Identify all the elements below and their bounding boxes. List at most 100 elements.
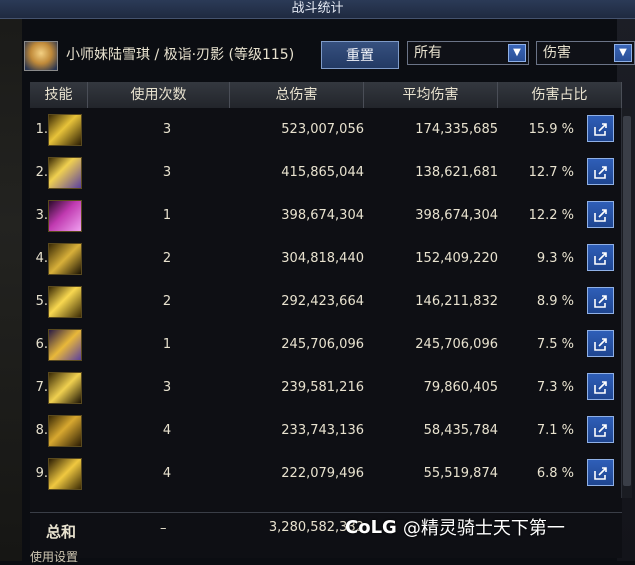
- average-damage-cell: 79,860,405: [423, 380, 498, 395]
- share-icon: [593, 122, 607, 136]
- column-header-skill[interactable]: 技能: [30, 82, 88, 108]
- row-index: 8.: [35, 423, 48, 438]
- uses-count: 4: [162, 466, 172, 481]
- uses-count: 1: [162, 337, 172, 352]
- uses-count: 1: [162, 208, 172, 223]
- total-uses: –: [160, 521, 167, 536]
- average-damage-cell: 174,335,685: [415, 122, 498, 137]
- uses-count: 2: [162, 294, 172, 309]
- usage-settings-tab[interactable]: 使用设置: [30, 548, 78, 565]
- average-damage-cell: 245,706,096: [415, 337, 498, 352]
- share-icon: [593, 466, 607, 480]
- total-damage-cell: 222,079,496: [281, 466, 364, 481]
- total-damage-cell: 523,007,056: [281, 122, 364, 137]
- row-index: 2.: [35, 165, 48, 180]
- skill-icon[interactable]: [48, 286, 82, 318]
- table-row: 5. 2 292,423,664 146,211,832 8.9 %: [30, 282, 622, 322]
- share-button[interactable]: [587, 416, 614, 443]
- uses-count: 2: [162, 251, 172, 266]
- damage-stats-table: 技能 使用次数 总伤害 平均伤害 伤害占比 1. 3 523,007,056 174,…: [30, 82, 622, 558]
- table-row: 4. 2 304,818,440 152,409,220 9.3 %: [30, 239, 622, 279]
- average-damage-cell: 398,674,304: [415, 208, 498, 223]
- target-filter-select[interactable]: 所有 ▼: [407, 41, 529, 65]
- uses-count: 3: [162, 122, 172, 137]
- table-row: 8. 4 233,743,136 58,435,784 7.1 %: [30, 411, 622, 451]
- uses-count: 3: [162, 165, 172, 180]
- share-button[interactable]: [587, 330, 614, 357]
- character-portrait: [24, 41, 58, 71]
- column-header-average[interactable]: 平均伤害: [364, 82, 498, 108]
- share-button[interactable]: [587, 201, 614, 228]
- share-icon: [593, 423, 607, 437]
- skill-icon[interactable]: [48, 372, 82, 404]
- total-damage-cell: 304,818,440: [281, 251, 364, 266]
- table-row: 1. 3 523,007,056 174,335,685 15.9 %: [30, 110, 622, 150]
- share-button[interactable]: [587, 115, 614, 142]
- share-button[interactable]: [587, 459, 614, 486]
- damage-percent-cell: 7.1 %: [536, 423, 574, 438]
- uses-count: 3: [162, 380, 172, 395]
- average-damage-cell: 55,519,874: [423, 466, 498, 481]
- damage-percent-cell: 7.5 %: [536, 337, 574, 352]
- character-name: 小师妹陆雪琪 / 极诣·刃影 (等级115): [66, 47, 295, 63]
- row-index: 4.: [35, 251, 48, 266]
- scrollbar-thumb[interactable]: [623, 116, 631, 486]
- average-damage-cell: 152,409,220: [415, 251, 498, 266]
- column-header-percent[interactable]: 伤害占比: [498, 82, 622, 108]
- dropdown-arrow-icon: ▼: [508, 44, 526, 62]
- metric-filter-select[interactable]: 伤害 ▼: [536, 41, 635, 65]
- damage-percent-cell: 9.3 %: [536, 251, 574, 266]
- column-header-uses[interactable]: 使用次数: [88, 82, 230, 108]
- watermark: CoLG @精灵骑士天下第一: [345, 514, 565, 540]
- dropdown-arrow-icon: ▼: [614, 44, 632, 62]
- table-row: 9. 4 222,079,496 55,519,874 6.8 %: [30, 454, 622, 494]
- total-damage-cell: 415,865,044: [281, 165, 364, 180]
- table-header: 技能 使用次数 总伤害 平均伤害 伤害占比: [30, 82, 622, 108]
- reset-button[interactable]: 重置: [321, 41, 399, 69]
- total-damage-cell: 239,581,216: [281, 380, 364, 395]
- share-button[interactable]: [587, 287, 614, 314]
- total-label: 总和: [46, 523, 77, 541]
- skill-icon[interactable]: [48, 329, 82, 361]
- total-damage-cell: 292,423,664: [281, 294, 364, 309]
- skill-icon[interactable]: [48, 415, 82, 447]
- average-damage-cell: 146,211,832: [415, 294, 498, 309]
- damage-percent-cell: 12.7 %: [528, 165, 574, 180]
- average-damage-cell: 58,435,784: [423, 423, 498, 438]
- total-damage-cell: 245,706,096: [281, 337, 364, 352]
- window-title: 战斗统计: [0, 0, 635, 19]
- table-row: 2. 3 415,865,044 138,621,681 12.7 %: [30, 153, 622, 193]
- total-damage-cell: 233,743,136: [281, 423, 364, 438]
- skill-icon[interactable]: [48, 114, 82, 146]
- share-icon: [593, 380, 607, 394]
- watermark-logo: CoLG: [345, 516, 397, 538]
- damage-percent-cell: 6.8 %: [536, 466, 574, 481]
- skill-icon[interactable]: [48, 458, 82, 490]
- row-index: 7.: [35, 380, 48, 395]
- target-filter-value: 所有: [414, 45, 442, 61]
- damage-percent-cell: 15.9 %: [528, 122, 574, 137]
- share-icon: [593, 337, 607, 351]
- skill-icon[interactable]: [48, 243, 82, 275]
- share-button[interactable]: [587, 158, 614, 185]
- table-row: 6. 1 245,706,096 245,706,096 7.5 %: [30, 325, 622, 365]
- share-icon: [593, 208, 607, 222]
- row-index: 3.: [35, 208, 48, 223]
- table-scrollbar[interactable]: [621, 108, 632, 498]
- average-damage-cell: 138,621,681: [415, 165, 498, 180]
- uses-count: 4: [162, 423, 172, 438]
- skill-icon[interactable]: [48, 157, 82, 189]
- share-button[interactable]: [587, 373, 614, 400]
- total-damage-cell: 398,674,304: [281, 208, 364, 223]
- share-button[interactable]: [587, 244, 614, 271]
- row-index: 5.: [35, 294, 48, 309]
- share-icon: [593, 294, 607, 308]
- damage-percent-cell: 7.3 %: [536, 380, 574, 395]
- column-header-total[interactable]: 总伤害: [230, 82, 364, 108]
- skill-icon[interactable]: [48, 200, 82, 232]
- share-icon: [593, 165, 607, 179]
- table-row: 7. 3 239,581,216 79,860,405 7.3 %: [30, 368, 622, 408]
- table-row: 3. 1 398,674,304 398,674,304 12.2 %: [30, 196, 622, 236]
- row-index: 6.: [35, 337, 48, 352]
- row-index: 1.: [35, 122, 48, 137]
